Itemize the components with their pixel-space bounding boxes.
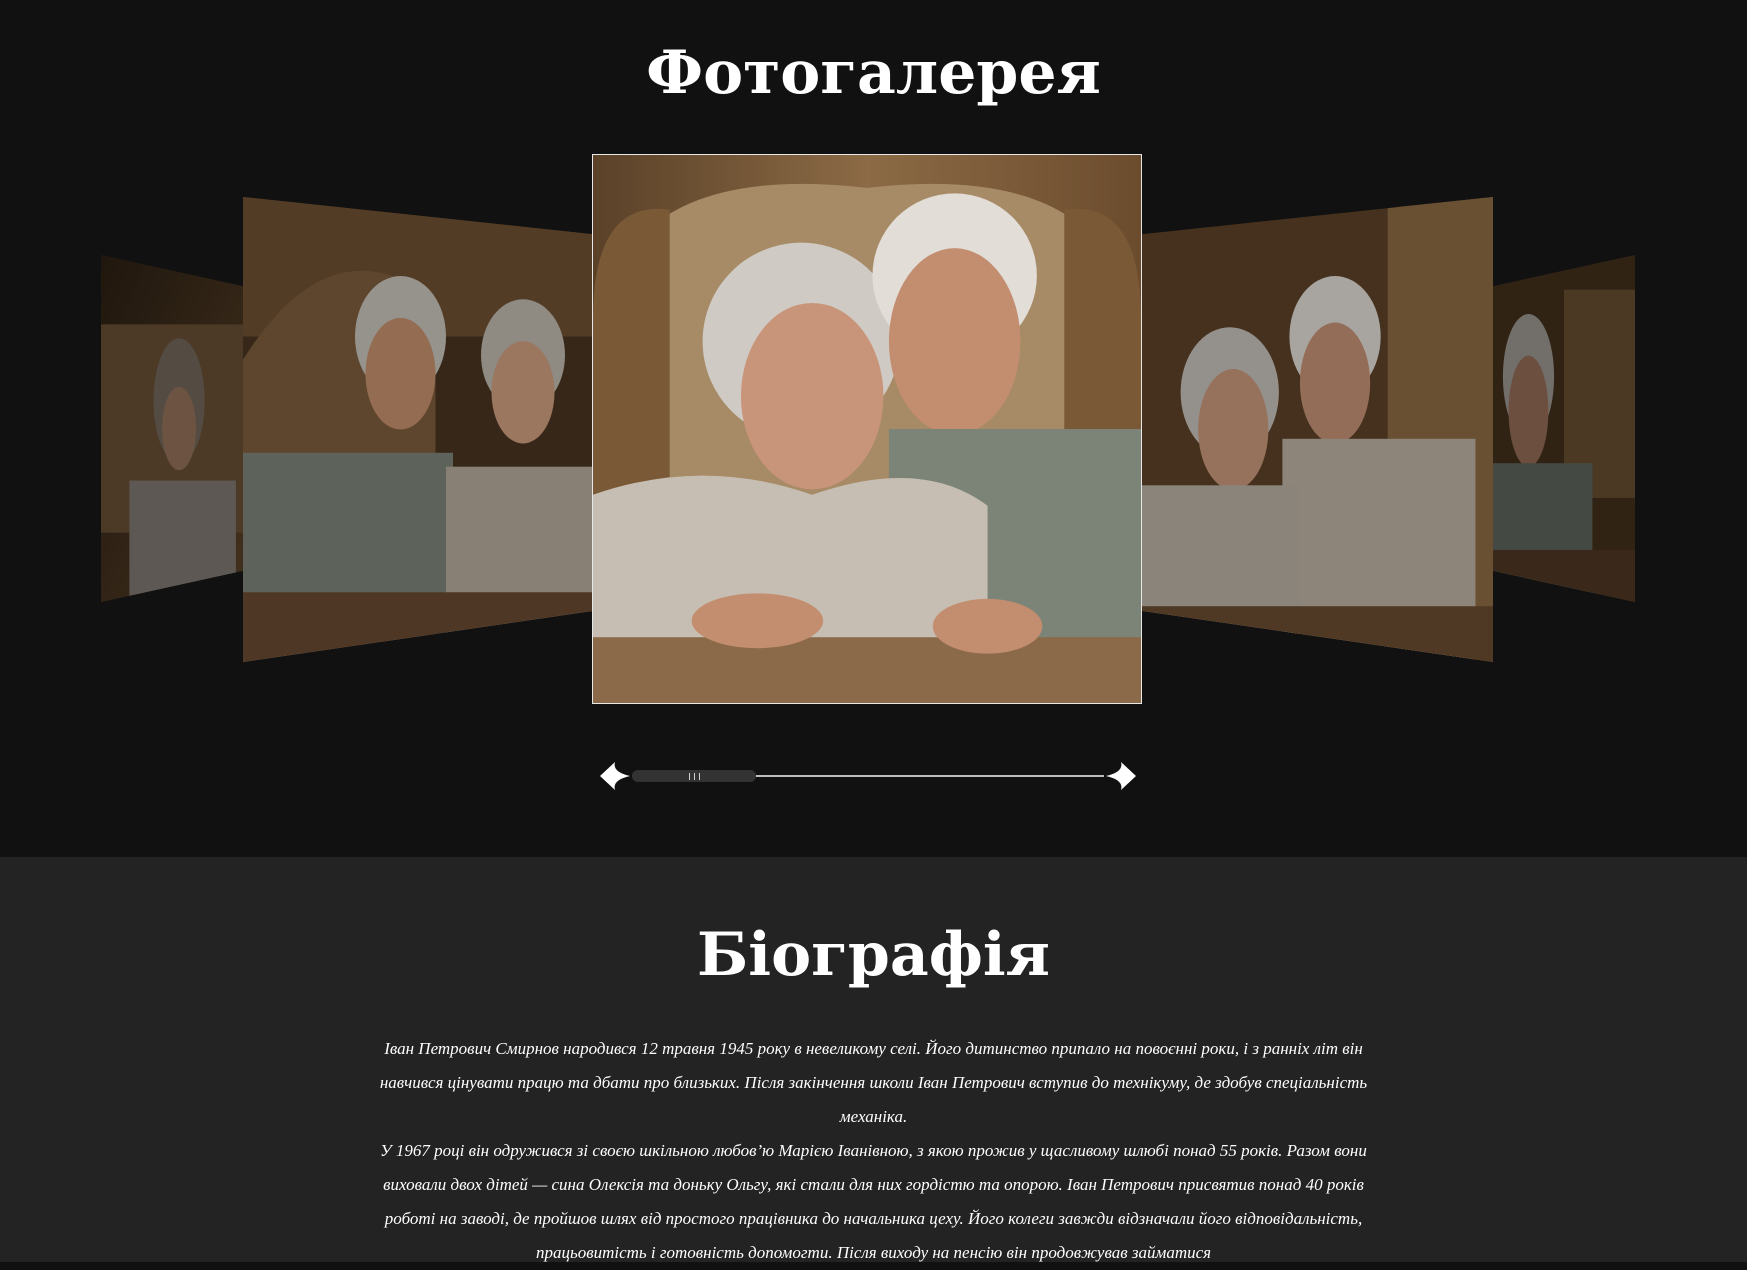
arrow-right-icon <box>1106 762 1136 790</box>
couple-photo <box>1493 255 1635 602</box>
next-arrow-button[interactable] <box>1104 760 1138 792</box>
carousel-slide-far-right[interactable] <box>1493 255 1635 602</box>
couple-photo <box>101 255 243 602</box>
couple-photo <box>243 197 593 662</box>
couple-photo <box>593 155 1141 703</box>
grip-line <box>693 772 695 780</box>
photo-carousel[interactable] <box>0 150 1747 710</box>
grip-line <box>688 772 690 780</box>
carousel-scrollbar[interactable] <box>598 760 1138 792</box>
biography-section: Біографія Іван Петрович Смирнов народивс… <box>0 857 1747 1262</box>
scroll-thumb[interactable] <box>632 770 756 782</box>
biography-paragraph: У 1967 році він одружився зі своєю шкіль… <box>380 1141 1367 1262</box>
gallery-title: Фотогалерея <box>646 38 1101 108</box>
gallery-section: Фотогалерея <box>0 0 1747 857</box>
biography-text: Іван Петрович Смирнов народився 12 травн… <box>365 1032 1382 1270</box>
biography-title: Біографія <box>697 920 1050 990</box>
couple-photo <box>1142 197 1493 662</box>
carousel-slide-right[interactable] <box>1142 197 1493 662</box>
grip-line <box>698 772 700 780</box>
carousel-slide-far-left[interactable] <box>101 255 243 602</box>
arrow-left-icon <box>600 762 630 790</box>
carousel-slide-left[interactable] <box>243 197 593 662</box>
prev-arrow-button[interactable] <box>598 760 632 792</box>
carousel-slide-active[interactable] <box>592 154 1142 704</box>
biography-paragraph: Іван Петрович Смирнов народився 12 травн… <box>379 1039 1368 1126</box>
